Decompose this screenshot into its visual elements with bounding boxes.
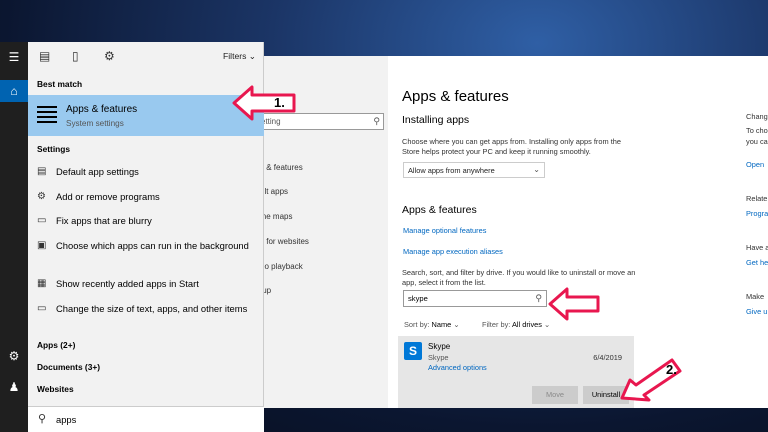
search-icon: ⚲ [373, 116, 380, 126]
settings-filter-icon[interactable]: ⚙ [104, 49, 115, 63]
monitor-icon: ▭ [37, 303, 47, 314]
features-heading: Apps & features [402, 204, 477, 216]
start-rail: ☰ ⌂ ⚙ ♟ [0, 42, 28, 432]
best-match-item[interactable]: Apps & features System settings [28, 95, 264, 136]
chevron-down-icon: ⌄ [248, 51, 256, 61]
manage-aliases-link[interactable]: Manage app execution aliases [403, 247, 503, 256]
right-text: Chang [746, 112, 768, 121]
related-settings-column: Chang To cho you ca Open Relate Progra H… [746, 56, 768, 408]
chevron-down-icon: ⌄ [453, 320, 460, 329]
page-title: Apps & features [402, 88, 509, 105]
list-item-label: Add or remove programs [56, 191, 160, 202]
nav-item-apps-features[interactable]: s & features [260, 163, 303, 172]
search-description: Search, sort, and filter by drive. If yo… [402, 268, 636, 287]
skype-icon: S [404, 342, 422, 360]
websites-group-header[interactable]: Websites [37, 384, 74, 394]
right-text: To cho [746, 126, 768, 135]
app-publisher: Skype [428, 353, 449, 362]
right-link[interactable]: Open [746, 160, 764, 169]
move-button[interactable]: Move [532, 386, 578, 404]
best-match-subtitle: System settings [66, 119, 124, 128]
list-item-label: Choose which apps can run in the backgro… [56, 240, 249, 251]
list-item-label: Show recently added apps in Start [56, 278, 199, 289]
list-item-label: Change the size of text, apps, and other… [56, 303, 248, 314]
sort-label: Sort by: [404, 320, 430, 329]
app-list-item[interactable]: S Skype Skype Advanced options 6/4/2019 … [398, 336, 634, 408]
app-name: Skype [428, 342, 451, 351]
install-source-value: Allow apps from anywhere [408, 166, 495, 175]
right-link[interactable]: Get he [746, 258, 768, 267]
start-search-panel: ▤ ▯ ⚙ Filters ⌄ Best match Apps & featur… [28, 42, 264, 432]
filters-dropdown[interactable]: Filters ⌄ [223, 51, 256, 62]
nav-item-apps-for-websites[interactable]: s for websites [260, 237, 309, 246]
app-search-input[interactable]: skype ⚲ [403, 290, 547, 307]
callout-label-2: 2. [666, 362, 677, 377]
right-link[interactable]: Progra [746, 209, 768, 218]
gear-icon: ⚙ [37, 191, 46, 202]
nav-item-default-apps[interactable]: ult apps [260, 187, 288, 196]
right-text: Relate [746, 194, 768, 203]
search-icon: ⚲ [38, 413, 47, 425]
image-icon: ▣ [37, 240, 47, 251]
manage-optional-features-link[interactable]: Manage optional features [403, 226, 486, 235]
apps-group-header[interactable]: Apps (2+) [37, 340, 75, 350]
default-apps-icon: ▤ [37, 166, 47, 177]
right-text: Have a [746, 243, 768, 252]
user-icon[interactable]: ♟ [0, 376, 28, 398]
home-icon[interactable]: ⌂ [0, 80, 28, 102]
sort-dropdown[interactable]: Sort by: Name ⌄ [404, 320, 460, 329]
gear-icon[interactable]: ⚙ [0, 345, 28, 367]
filter-dropdown[interactable]: Filter by: All drives ⌄ [482, 320, 550, 329]
callout-arrow-1: 1. [232, 84, 296, 122]
best-match-title: Apps & features [66, 104, 138, 115]
installing-heading: Installing apps [402, 114, 470, 126]
advanced-options-link[interactable]: Advanced options [428, 363, 487, 372]
desktop-background [0, 0, 768, 42]
search-toolbar: ▤ ▯ ⚙ Filters ⌄ [28, 42, 264, 72]
callout-arrow-2: 2. [616, 354, 692, 404]
right-text: Make [746, 292, 765, 301]
documents-group-header[interactable]: Documents (3+) [37, 362, 100, 372]
filters-label: Filters [223, 51, 247, 61]
nav-item-video-playback[interactable]: eo playback [260, 262, 303, 271]
start-search-input[interactable]: ⚲ apps [28, 406, 264, 432]
installing-description: Choose where you can get apps from. Inst… [402, 137, 621, 156]
hamburger-menu-icon[interactable]: ☰ [0, 46, 28, 68]
callout-arrow-search [548, 286, 600, 322]
callout-label-1: 1. [274, 95, 285, 110]
search-icon: ⚲ [535, 293, 542, 303]
list-item-label: Fix apps that are blurry [56, 215, 152, 226]
sort-value: Name [431, 320, 452, 329]
chevron-down-icon: ⌄ [533, 165, 540, 174]
filter-value: All drives [512, 320, 542, 329]
settings-header: Settings [37, 144, 71, 154]
app-search-value: skype [408, 294, 428, 303]
search-query: apps [56, 414, 77, 425]
nav-item-offline-maps[interactable]: ine maps [260, 212, 292, 221]
list-item-label: Default app settings [56, 166, 139, 177]
documents-filter-icon[interactable]: ▯ [72, 49, 79, 63]
monitor-icon: ▭ [37, 215, 47, 226]
apps-filter-icon[interactable]: ▤ [39, 49, 50, 63]
best-match-header: Best match [37, 79, 83, 89]
start-icon: ▦ [37, 278, 47, 289]
settings-main: Apps & features Installing apps Choose w… [398, 56, 638, 408]
install-source-dropdown[interactable]: Allow apps from anywhere ⌄ [403, 162, 545, 178]
filter-label: Filter by: [482, 320, 511, 329]
right-text: you ca [746, 137, 768, 146]
right-link[interactable]: Give u [746, 307, 767, 316]
list-icon [37, 104, 57, 126]
